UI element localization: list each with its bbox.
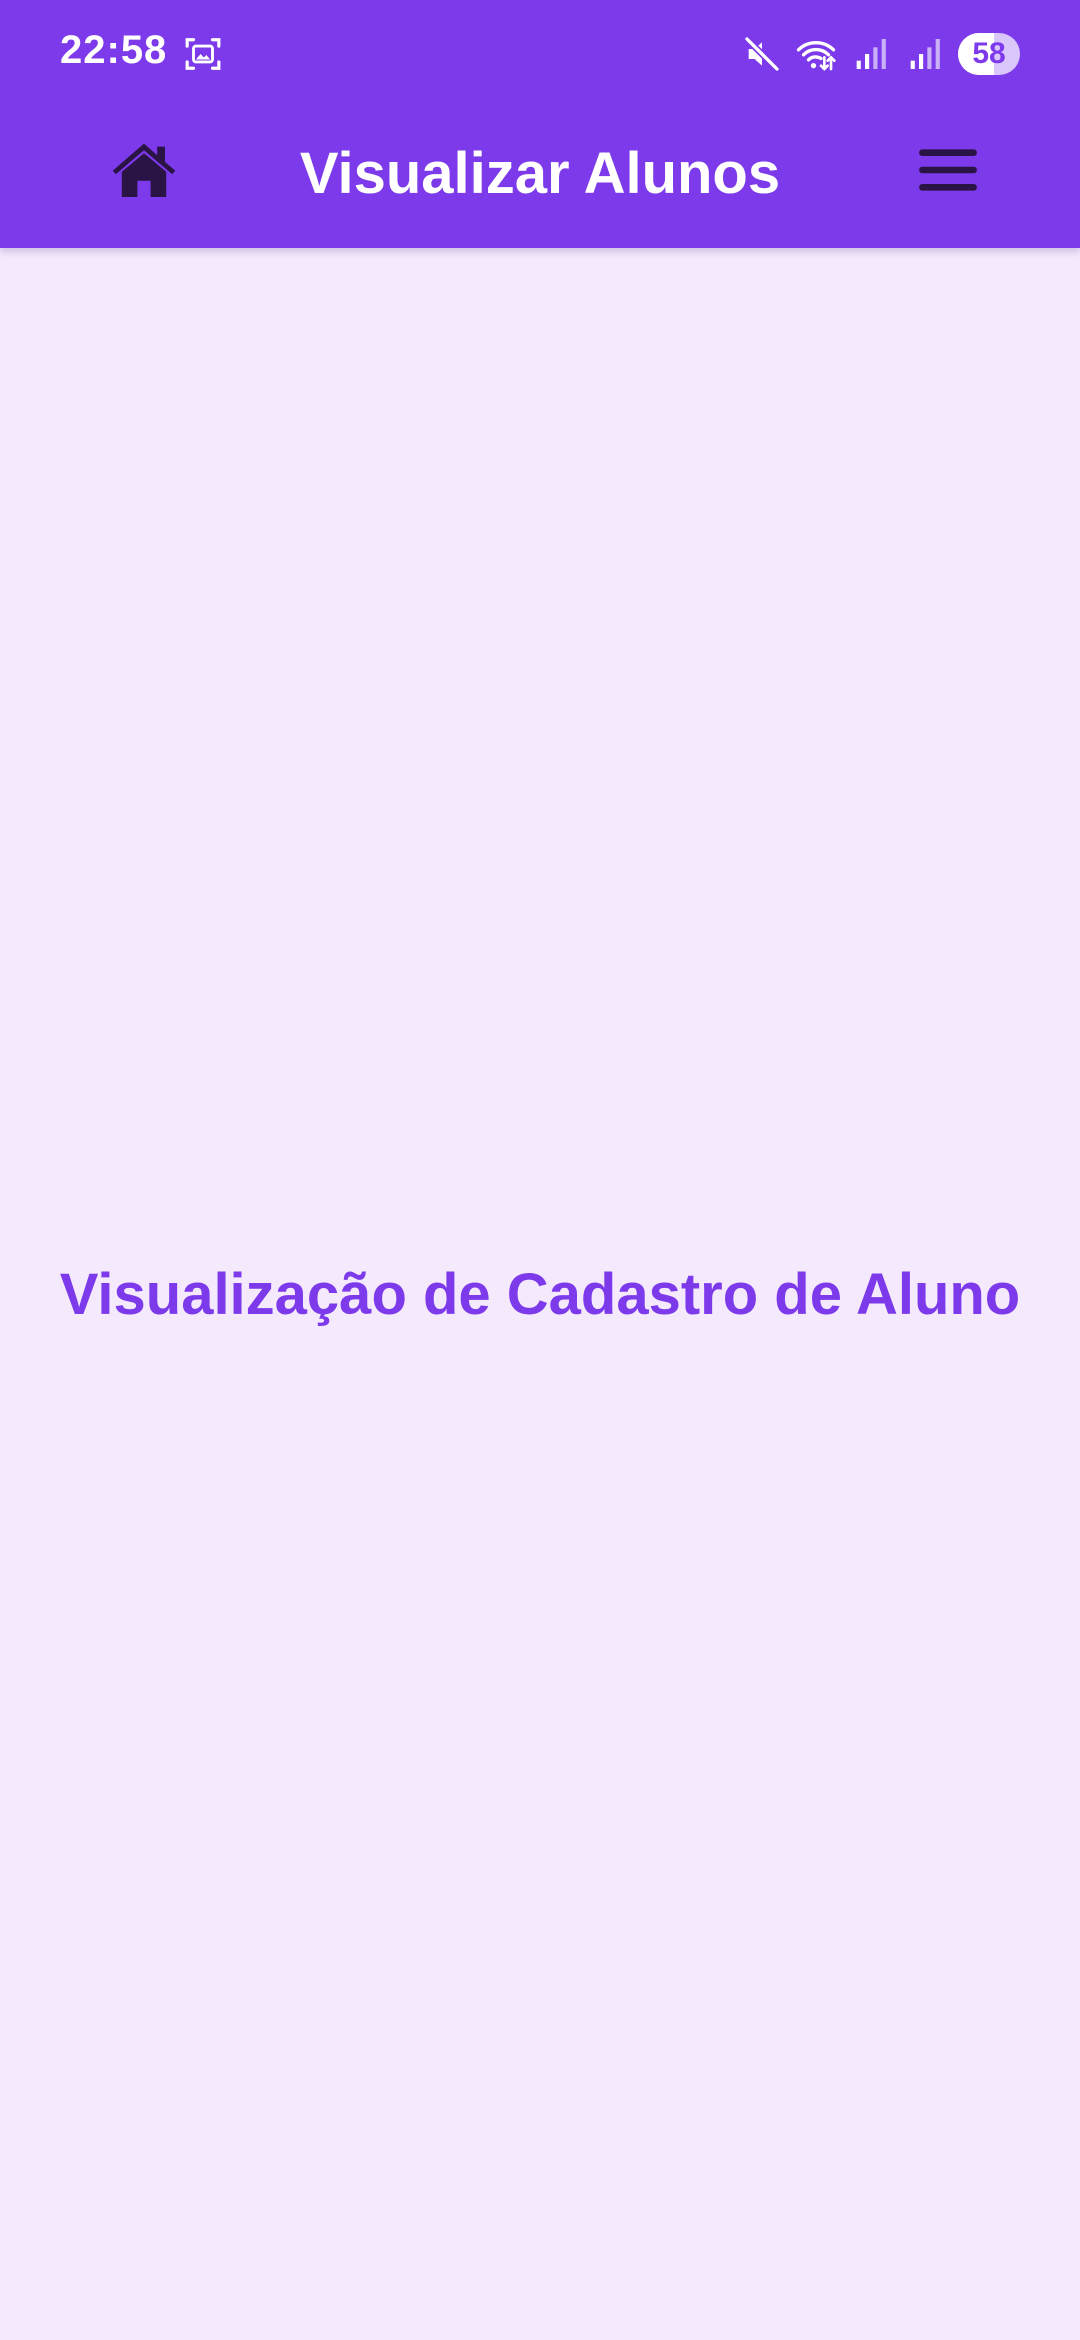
battery-level: 58 xyxy=(972,37,1006,70)
page-heading: Visualização de Cadastro de Aluno xyxy=(59,1262,1021,1327)
status-time: 22:58 xyxy=(60,28,168,72)
menu-icon xyxy=(919,149,977,191)
status-icons: 58 xyxy=(742,30,1020,78)
mute-icon xyxy=(743,35,781,73)
battery-icon: 58 xyxy=(958,33,1020,75)
signal-icon xyxy=(910,39,940,69)
menu-button[interactable] xyxy=(908,130,988,210)
app-bar: Visualizar Alunos xyxy=(0,108,1080,248)
main-content: Visualização de Cadastro de Aluno xyxy=(0,248,1080,2340)
signal-icon xyxy=(856,39,886,69)
wifi-icon xyxy=(796,41,836,71)
top-bar: 22:58 58 Visualizar Alunos xyxy=(0,0,1080,248)
screenshot-icon xyxy=(185,38,221,70)
status-bar: 22:58 58 xyxy=(0,0,1080,108)
